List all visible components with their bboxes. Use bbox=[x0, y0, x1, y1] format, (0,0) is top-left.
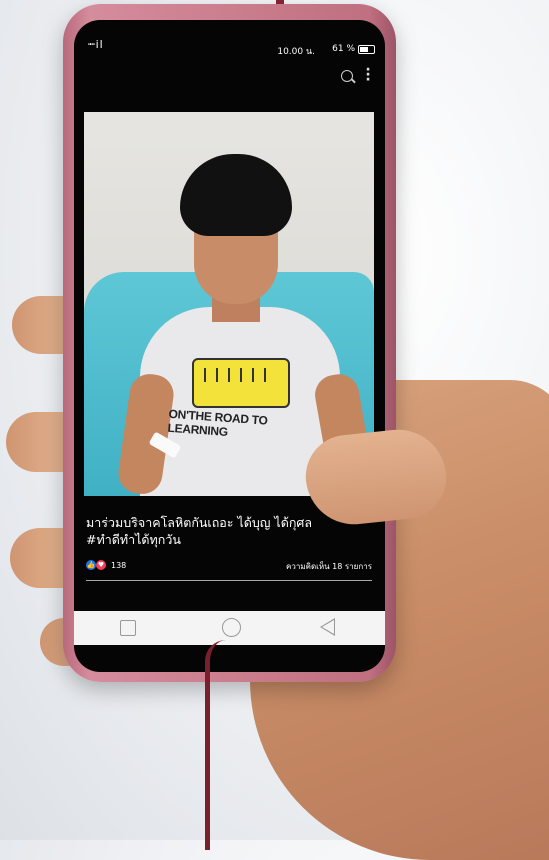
hair bbox=[180, 154, 292, 236]
signal-icon: ┉il bbox=[88, 38, 104, 51]
status-time: 10.00 น. bbox=[277, 47, 315, 57]
post-meta: 👍 ♥ 138 ความคิดเห็น 18 รายการ bbox=[86, 560, 374, 576]
status-bar: ┉il 10.00 น. 61 % bbox=[74, 38, 385, 62]
bus-graphic bbox=[192, 358, 290, 408]
reactions[interactable]: 👍 ♥ 138 bbox=[86, 560, 126, 570]
comment-count[interactable]: ความคิดเห็น 18 รายการ bbox=[286, 560, 372, 573]
navigation-bar bbox=[74, 611, 385, 645]
recent-apps-icon[interactable] bbox=[120, 620, 136, 636]
blood-tube bbox=[205, 640, 226, 850]
more-options-icon[interactable]: · · · bbox=[365, 63, 371, 87]
heart-icon: ♥ bbox=[96, 560, 106, 570]
like-icon: 👍 bbox=[86, 560, 96, 570]
battery-icon bbox=[358, 45, 375, 54]
divider bbox=[86, 580, 372, 581]
reaction-count: 138 bbox=[111, 560, 127, 570]
home-icon[interactable] bbox=[222, 618, 241, 637]
top-bar: · · · bbox=[74, 62, 385, 92]
back-icon[interactable] bbox=[320, 618, 335, 636]
search-icon[interactable] bbox=[341, 70, 353, 82]
battery-percent: 61 % bbox=[332, 44, 355, 54]
phone-screen: ┉il 10.00 น. 61 % · · · ON'THE ROAD TO LEA… bbox=[74, 20, 385, 672]
caption-hashtag[interactable]: #ทำดีทำได้ทุกวัน bbox=[86, 531, 376, 548]
